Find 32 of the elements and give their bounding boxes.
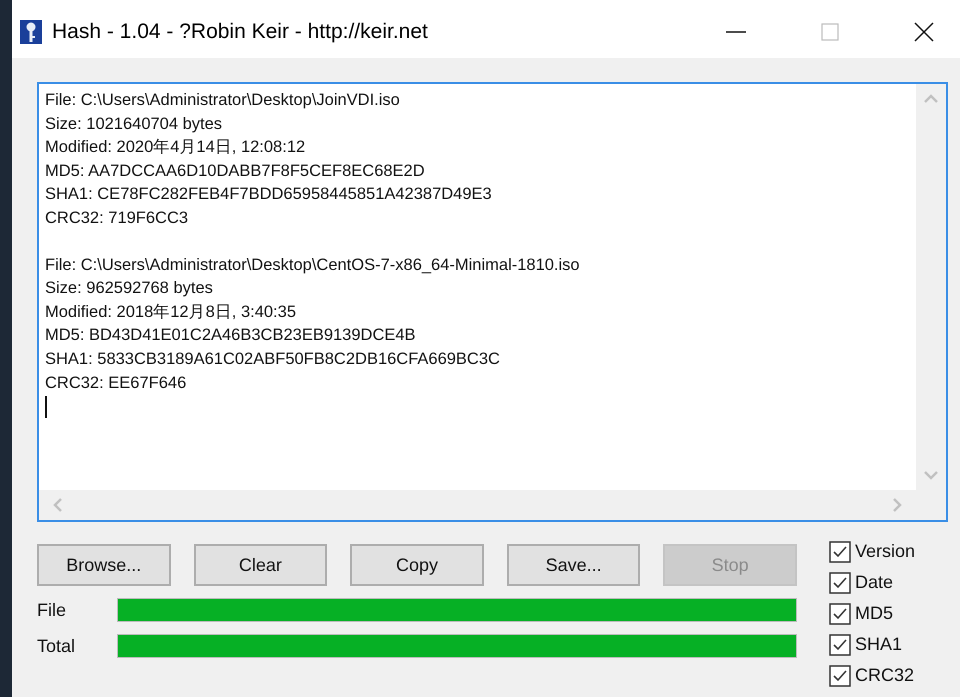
output-line: File: C:\Users\Administrator\Desktop\CentOS-7-x86_64-Minimal-1810.iso <box>45 254 581 276</box>
progress-label: File <box>37 600 68 620</box>
output-line: Modified: 2020年4月14日, 12:08:12 <box>45 137 306 158</box>
checkbox[interactable] <box>829 634 851 656</box>
checkbox-label[interactable]: CRC32 <box>855 665 914 686</box>
output-line: Modified: 2018年12月8日, 3:40:35 <box>45 302 297 323</box>
checkbox-label[interactable]: SHA1 <box>855 634 902 655</box>
output-line: CRC32: EE67F646 <box>45 372 188 394</box>
action-button[interactable]: Browse... <box>37 544 171 586</box>
progress-label: Total <box>37 636 76 656</box>
checkbox[interactable] <box>829 602 851 624</box>
text-caret <box>45 396 47 418</box>
checkbox-label[interactable]: MD5 <box>855 603 894 624</box>
output-line: Size: 1021640704 bytes <box>45 114 224 135</box>
window-title: Hash - 1.04 - ?Robin Keir - http://keir.net <box>52 20 428 44</box>
checkbox[interactable] <box>829 572 851 594</box>
output-line: MD5: AA7DCCAA6D10DABB7F8F5CEF8EC68E2D <box>45 160 426 182</box>
checkbox-label[interactable]: Date <box>855 572 894 593</box>
checkbox[interactable] <box>829 540 851 562</box>
close-icon[interactable] <box>912 20 936 44</box>
checkbox[interactable] <box>829 664 851 686</box>
key-icon <box>20 20 42 44</box>
output-line: SHA1: 5833CB3189A61C02ABF50FB8C2DB16CFA669BC3C <box>45 348 501 370</box>
checkbox-label[interactable]: Version <box>855 541 916 562</box>
action-button[interactable]: Copy <box>350 544 484 586</box>
output-line: File: C:\Users\Administrator\Desktop\JoinVDI.iso <box>45 90 401 111</box>
output-line: MD5: BD43D41E01C2A46B3CB23EB9139DCE4B <box>45 325 417 346</box>
action-button[interactable]: Clear <box>194 544 328 586</box>
output-line: CRC32: 719F6CC3 <box>45 208 190 229</box>
action-button[interactable]: Save... <box>506 544 640 586</box>
output-line: SHA1: CE78FC282FEB4F7BDD65958445851A42387D49E3 <box>45 184 493 206</box>
output-line: Size: 962592768 bytes <box>45 278 214 300</box>
